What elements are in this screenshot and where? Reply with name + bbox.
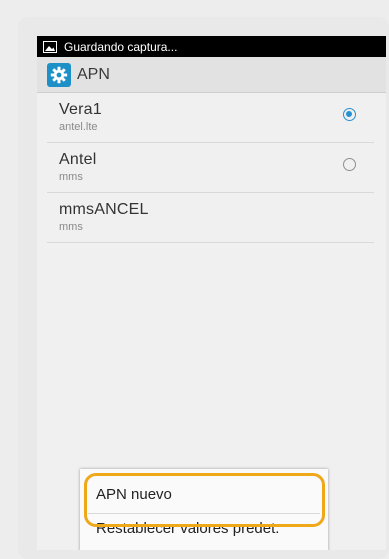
settings-gear-icon[interactable] [47,62,71,87]
apn-item-mmsancel[interactable]: mmsANCEL mms [47,193,374,243]
apn-value: mms [59,221,83,233]
screenshot-image-icon [43,40,57,53]
apn-radio[interactable] [343,158,356,171]
menu-item-reset-defaults[interactable]: Restablecer valores predet. [96,520,279,537]
menu-item-new-apn[interactable]: APN nuevo [96,486,172,503]
action-bar: APN [37,57,386,93]
phone-screen: Guardando captura... APN Vera1 antel.lte… [37,36,386,550]
apn-radio-selected[interactable] [343,108,356,121]
apn-name: Antel [59,151,97,168]
apn-name: mmsANCEL [59,201,149,218]
apn-list: Vera1 antel.lte Antel mms mmsANCEL mms [37,93,386,243]
apn-item-antel[interactable]: Antel mms [47,143,374,193]
apn-name: Vera1 [59,101,102,118]
options-menu: APN nuevo Restablecer valores predet. [80,469,328,550]
status-bar: Guardando captura... [37,36,386,57]
apn-value: mms [59,171,83,183]
menu-divider [88,513,320,514]
apn-item-vera1[interactable]: Vera1 antel.lte [47,93,374,143]
page-title: APN [77,65,110,83]
apn-value: antel.lte [59,121,98,133]
status-text: Guardando captura... [64,39,178,54]
